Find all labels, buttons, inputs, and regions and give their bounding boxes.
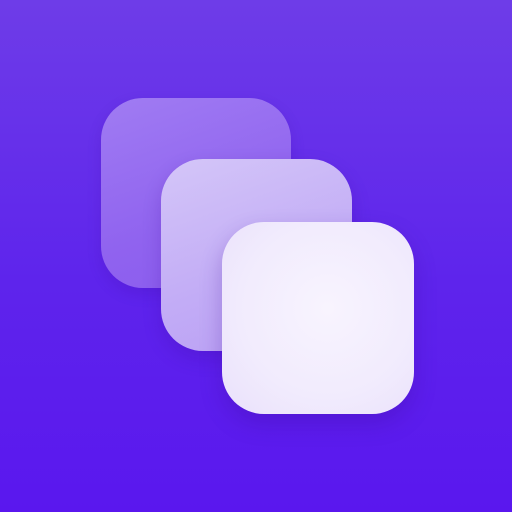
stacked-layer-front-icon	[222, 222, 414, 414]
app-icon	[0, 0, 512, 512]
